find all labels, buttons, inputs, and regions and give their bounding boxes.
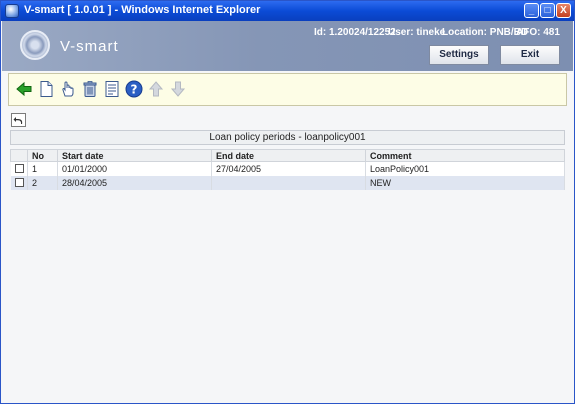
row-checkbox-cell: [10, 175, 28, 190]
session-afo: AFO: 481: [516, 27, 560, 38]
table-row[interactable]: 1 01/01/2000 27/04/2005 LoanPolicy001: [10, 161, 565, 176]
new-document-icon[interactable]: [36, 79, 56, 99]
minimize-button[interactable]: _: [524, 3, 539, 18]
cell-comment: LoanPolicy001: [365, 161, 565, 176]
list-details-icon[interactable]: [102, 79, 122, 99]
move-down-icon[interactable]: [168, 79, 188, 99]
cell-end-date: 27/04/2005: [211, 161, 366, 176]
exit-button[interactable]: Exit: [500, 45, 560, 65]
column-header-start-date[interactable]: Start date: [57, 149, 212, 162]
cell-start-date: 28/04/2005: [57, 175, 212, 190]
session-user: User: tineke: [388, 27, 446, 38]
table-header-row: No Start date End date Comment: [10, 149, 565, 162]
column-header-end-date[interactable]: End date: [211, 149, 366, 162]
cell-end-date: [211, 175, 366, 190]
row-checkbox[interactable]: [14, 164, 24, 174]
cell-start-date: 01/01/2000: [57, 161, 212, 176]
help-icon[interactable]: ?: [124, 79, 144, 99]
undo-icon[interactable]: [11, 113, 26, 127]
cell-comment: NEW: [365, 175, 565, 190]
logo-text: V-smart: [60, 38, 119, 55]
column-header-comment[interactable]: Comment: [365, 149, 565, 162]
app-header: V-smart Id: 1.20024/12252 User: tineke L…: [2, 21, 573, 71]
title-bar: V-smart [ 1.0.01 ] - Windows Internet Ex…: [1, 1, 574, 21]
window-title: V-smart [ 1.0.01 ] - Windows Internet Ex…: [24, 4, 261, 16]
delete-bin-icon[interactable]: [80, 79, 100, 99]
ie-app-icon: [5, 4, 19, 18]
cell-no: 2: [27, 175, 58, 190]
grid-title: Loan policy periods - loanpolicy001: [10, 130, 565, 145]
table-row[interactable]: 2 28/04/2005 NEW: [10, 175, 565, 190]
close-button[interactable]: X: [556, 3, 571, 18]
move-up-icon[interactable]: [146, 79, 166, 99]
browser-window: V-smart [ 1.0.01 ] - Windows Internet Ex…: [0, 0, 575, 404]
row-checkbox[interactable]: [14, 178, 24, 187]
loan-policy-periods-table: No Start date End date Comment 1 01/01/2…: [10, 149, 565, 190]
vsmart-logo-icon: [20, 30, 50, 60]
settings-button[interactable]: Settings: [429, 45, 489, 65]
maximize-button[interactable]: □: [540, 3, 555, 18]
row-checkbox-cell: [10, 161, 28, 176]
back-arrow-icon[interactable]: [14, 79, 34, 99]
cell-no: 1: [27, 161, 58, 176]
select-hand-icon[interactable]: [58, 79, 78, 99]
select-column-header: [10, 149, 28, 162]
svg-text:?: ?: [131, 83, 138, 97]
session-id: Id: 1.20024/12252: [314, 27, 396, 38]
column-header-no[interactable]: No: [27, 149, 58, 162]
toolbar: ?: [8, 73, 567, 106]
